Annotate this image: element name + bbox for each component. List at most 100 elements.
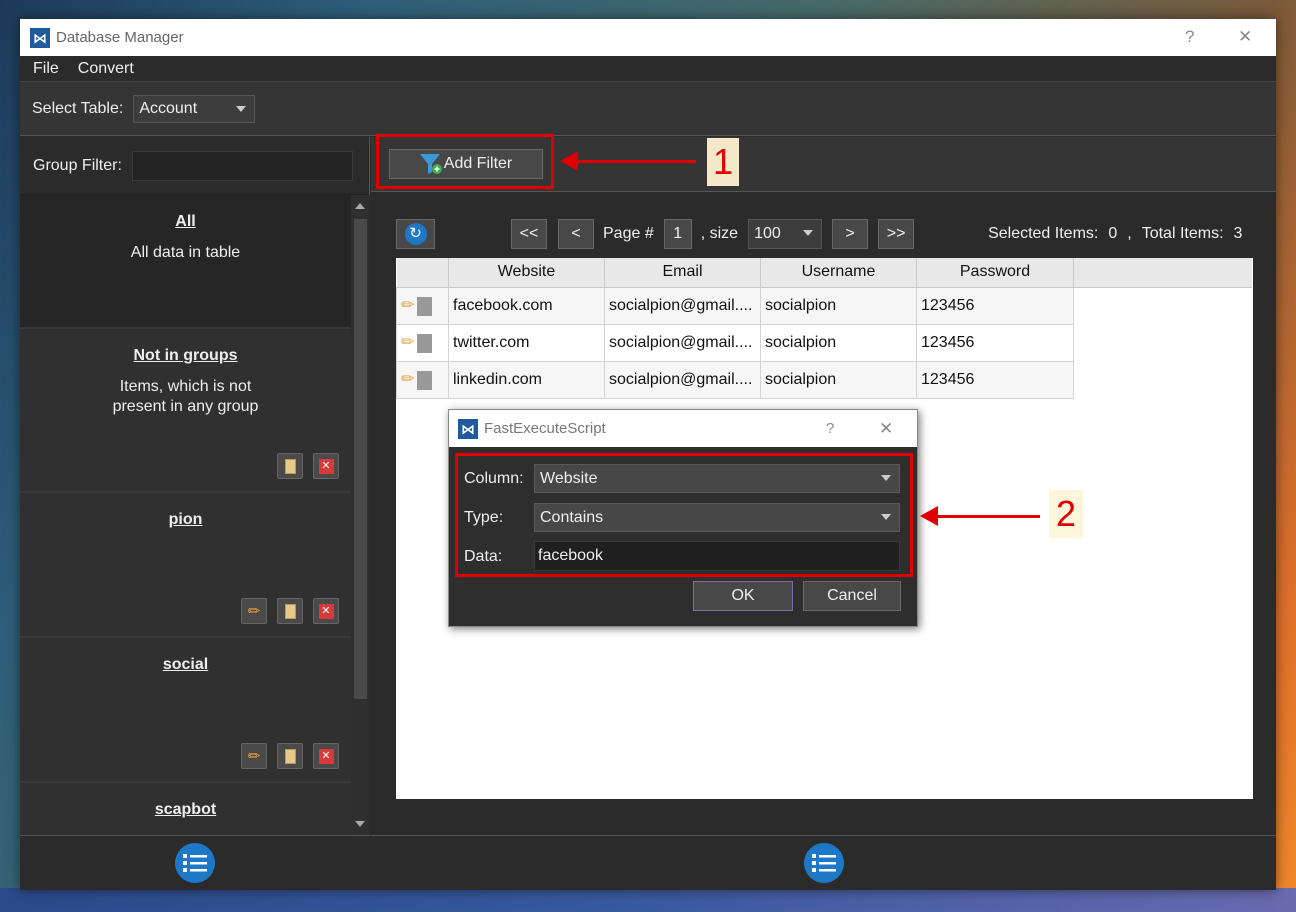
size-label: , size [700,225,739,242]
edit-group-button[interactable]: ✏ [241,598,267,624]
clipboard-icon [284,748,296,764]
clipboard-button[interactable] [277,598,303,624]
group-name[interactable]: social [20,638,351,674]
table-row[interactable]: ✏ linkedin.com socialpion@gmail.... soci… [396,360,1252,399]
column-header[interactable]: Username [760,258,917,288]
scroll-down-icon[interactable] [355,821,365,827]
group-name[interactable]: scapbot [20,783,351,819]
help-button[interactable]: ? [1185,27,1194,47]
table-cell: 123456 [916,360,1074,399]
last-page-button[interactable]: >> [878,219,915,249]
pencil-icon: ✏ [247,748,261,765]
close-icon: ✕ [318,458,334,474]
table-row[interactable]: ✏ twitter.com socialpion@gmail.... socia… [396,323,1252,362]
table-row[interactable]: ✏ facebook.com socialpion@gmail.... soci… [396,286,1252,325]
column-header[interactable]: Email [604,258,761,288]
table-cell: socialpion [760,286,917,325]
select-table-label: Select Table: [32,99,124,117]
pencil-icon[interactable]: ✏ [401,297,414,314]
trash-icon[interactable] [417,296,433,316]
table-select[interactable]: Account [133,94,256,123]
pagination-bar: ↻ << < Page # 1 , size 100 > >> Selected… [396,217,1253,251]
column-header[interactable]: Password [916,258,1074,288]
trash-icon[interactable] [417,333,433,353]
clipboard-button[interactable] [277,743,303,769]
group-item-pion[interactable]: pion ✏ ✕ [20,493,351,638]
total-items-count: 3 [1233,225,1243,242]
table-cell: socialpion [760,323,917,362]
total-items-label: Total Items: [1141,225,1224,242]
refresh-icon: ↻ [404,223,427,245]
close-icon: ✕ [318,603,334,619]
group-name[interactable]: All [20,195,351,231]
group-item-scapbot[interactable]: scapbot [20,783,351,835]
selected-items-count: 0 [1108,225,1118,242]
actions-header [396,258,449,288]
delete-group-button[interactable]: ✕ [313,743,339,769]
pencil-icon[interactable]: ✏ [401,334,414,351]
clipboard-button[interactable] [277,453,303,479]
edit-group-button[interactable]: ✏ [241,743,267,769]
group-name[interactable]: pion [20,493,351,529]
data-table: Website Email Username Password ✏ facebo… [396,258,1252,399]
filler-cell [1073,324,1252,361]
dialog-title: FastExecuteScript [484,420,606,437]
group-actions: ✏ ✕ [241,743,339,769]
group-desc: Items, which is not present in any group [112,378,259,415]
filler-cell [1073,361,1252,398]
dialog-title-bar: ⋈ FastExecuteScript ? ✕ [449,410,917,447]
title-bar: ⋈ Database Manager ? ✕ [20,19,1276,56]
app-icon: ⋈ [30,27,50,48]
menu-convert[interactable]: Convert [78,60,134,78]
group-item-not-in-groups[interactable]: Not in groups Items, which is not presen… [20,329,351,493]
group-item-all[interactable]: All All data in table [20,195,351,329]
list-icon [183,854,207,872]
page-size-select[interactable]: 100 [748,219,823,249]
left-footer [20,835,370,890]
items-separator: , [1127,225,1132,242]
window-title: Database Manager [56,29,184,46]
arrow-left-icon [920,506,1040,526]
pencil-icon[interactable]: ✏ [401,371,414,388]
cancel-button[interactable]: Cancel [803,581,901,611]
filler-header [1073,258,1252,288]
trash-icon[interactable] [417,370,433,390]
table-cell: linkedin.com [448,360,605,399]
group-filter: Group Filter: [20,137,369,195]
row-actions: ✏ [396,360,449,399]
delete-group-button[interactable]: ✕ [313,453,339,479]
delete-group-button[interactable]: ✕ [313,598,339,624]
group-actions: ✕ [277,453,339,479]
groups-panel: Group Filter: All All data in table Not … [20,137,370,890]
group-name[interactable]: Not in groups [20,329,351,365]
list-icon [811,854,836,872]
next-page-button[interactable]: > [832,219,869,249]
table-toolbar: Select Table: Account [20,81,1276,136]
group-item-social[interactable]: social ✏ ✕ [20,638,351,783]
menu-file[interactable]: File [33,60,59,78]
page-size-value: 100 [754,225,781,242]
dialog-help-button[interactable]: ? [826,420,834,437]
scroll-up-icon[interactable] [355,203,365,209]
group-list-scrollbar[interactable] [351,195,370,835]
group-filter-input[interactable] [131,150,353,181]
chevron-down-icon [803,230,814,236]
prev-page-button[interactable]: < [558,219,594,249]
group-list: All All data in table Not in groups Item… [20,195,351,835]
ok-button[interactable]: OK [693,581,793,611]
table-cell: socialpion@gmail.... [604,323,761,362]
close-button[interactable]: ✕ [1238,27,1252,47]
group-desc: All data in table [130,244,241,261]
desktop-background [0,888,1296,912]
data-menu-button[interactable] [803,843,844,883]
dialog-close-button[interactable]: ✕ [879,419,893,439]
groups-menu-button[interactable] [175,843,215,883]
column-header[interactable]: Website [448,258,605,288]
scrollbar-thumb[interactable] [354,219,367,699]
table-cell: facebook.com [448,286,605,325]
right-footer [371,835,1276,890]
first-page-button[interactable]: << [511,219,547,249]
chevron-down-icon [236,105,247,112]
page-number-input[interactable]: 1 [663,219,692,249]
refresh-button[interactable]: ↻ [396,219,435,249]
